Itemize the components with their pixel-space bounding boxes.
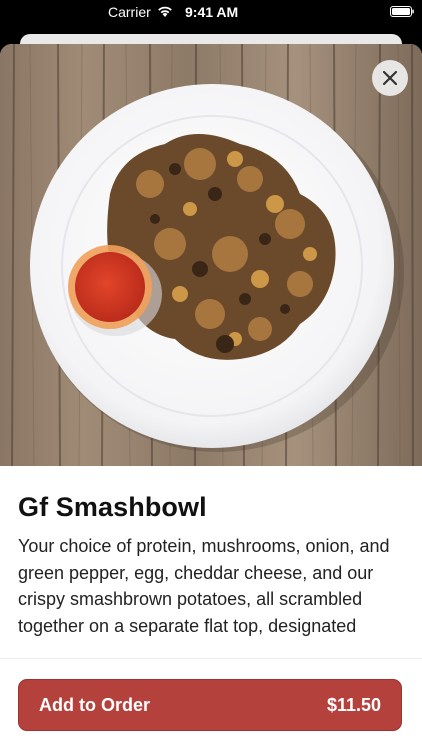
item-price: $11.50 [326,694,381,715]
add-to-order-button[interactable]: Add to Order $11.50 [18,679,402,731]
status-bar: Carrier 9:41 AM [0,0,422,24]
order-footer: Add to Order $11.50 [0,658,422,750]
status-time: 9:41 AM [185,4,239,20]
item-photo [0,44,422,466]
close-button[interactable] [372,60,408,96]
add-to-order-label: Add to Order [39,694,150,715]
battery-icon [390,6,414,17]
carrier-label: Carrier [108,4,151,20]
item-detail-sheet: Gf Smashbowl Your choice of protein, mus… [0,44,422,750]
item-title: Gf Smashbowl [18,492,207,522]
item-details: Gf Smashbowl Your choice of protein, mus… [18,492,404,639]
item-description: Your choice of protein, mushrooms, onion… [18,536,390,636]
wifi-icon [158,6,172,17]
close-icon [382,70,398,86]
